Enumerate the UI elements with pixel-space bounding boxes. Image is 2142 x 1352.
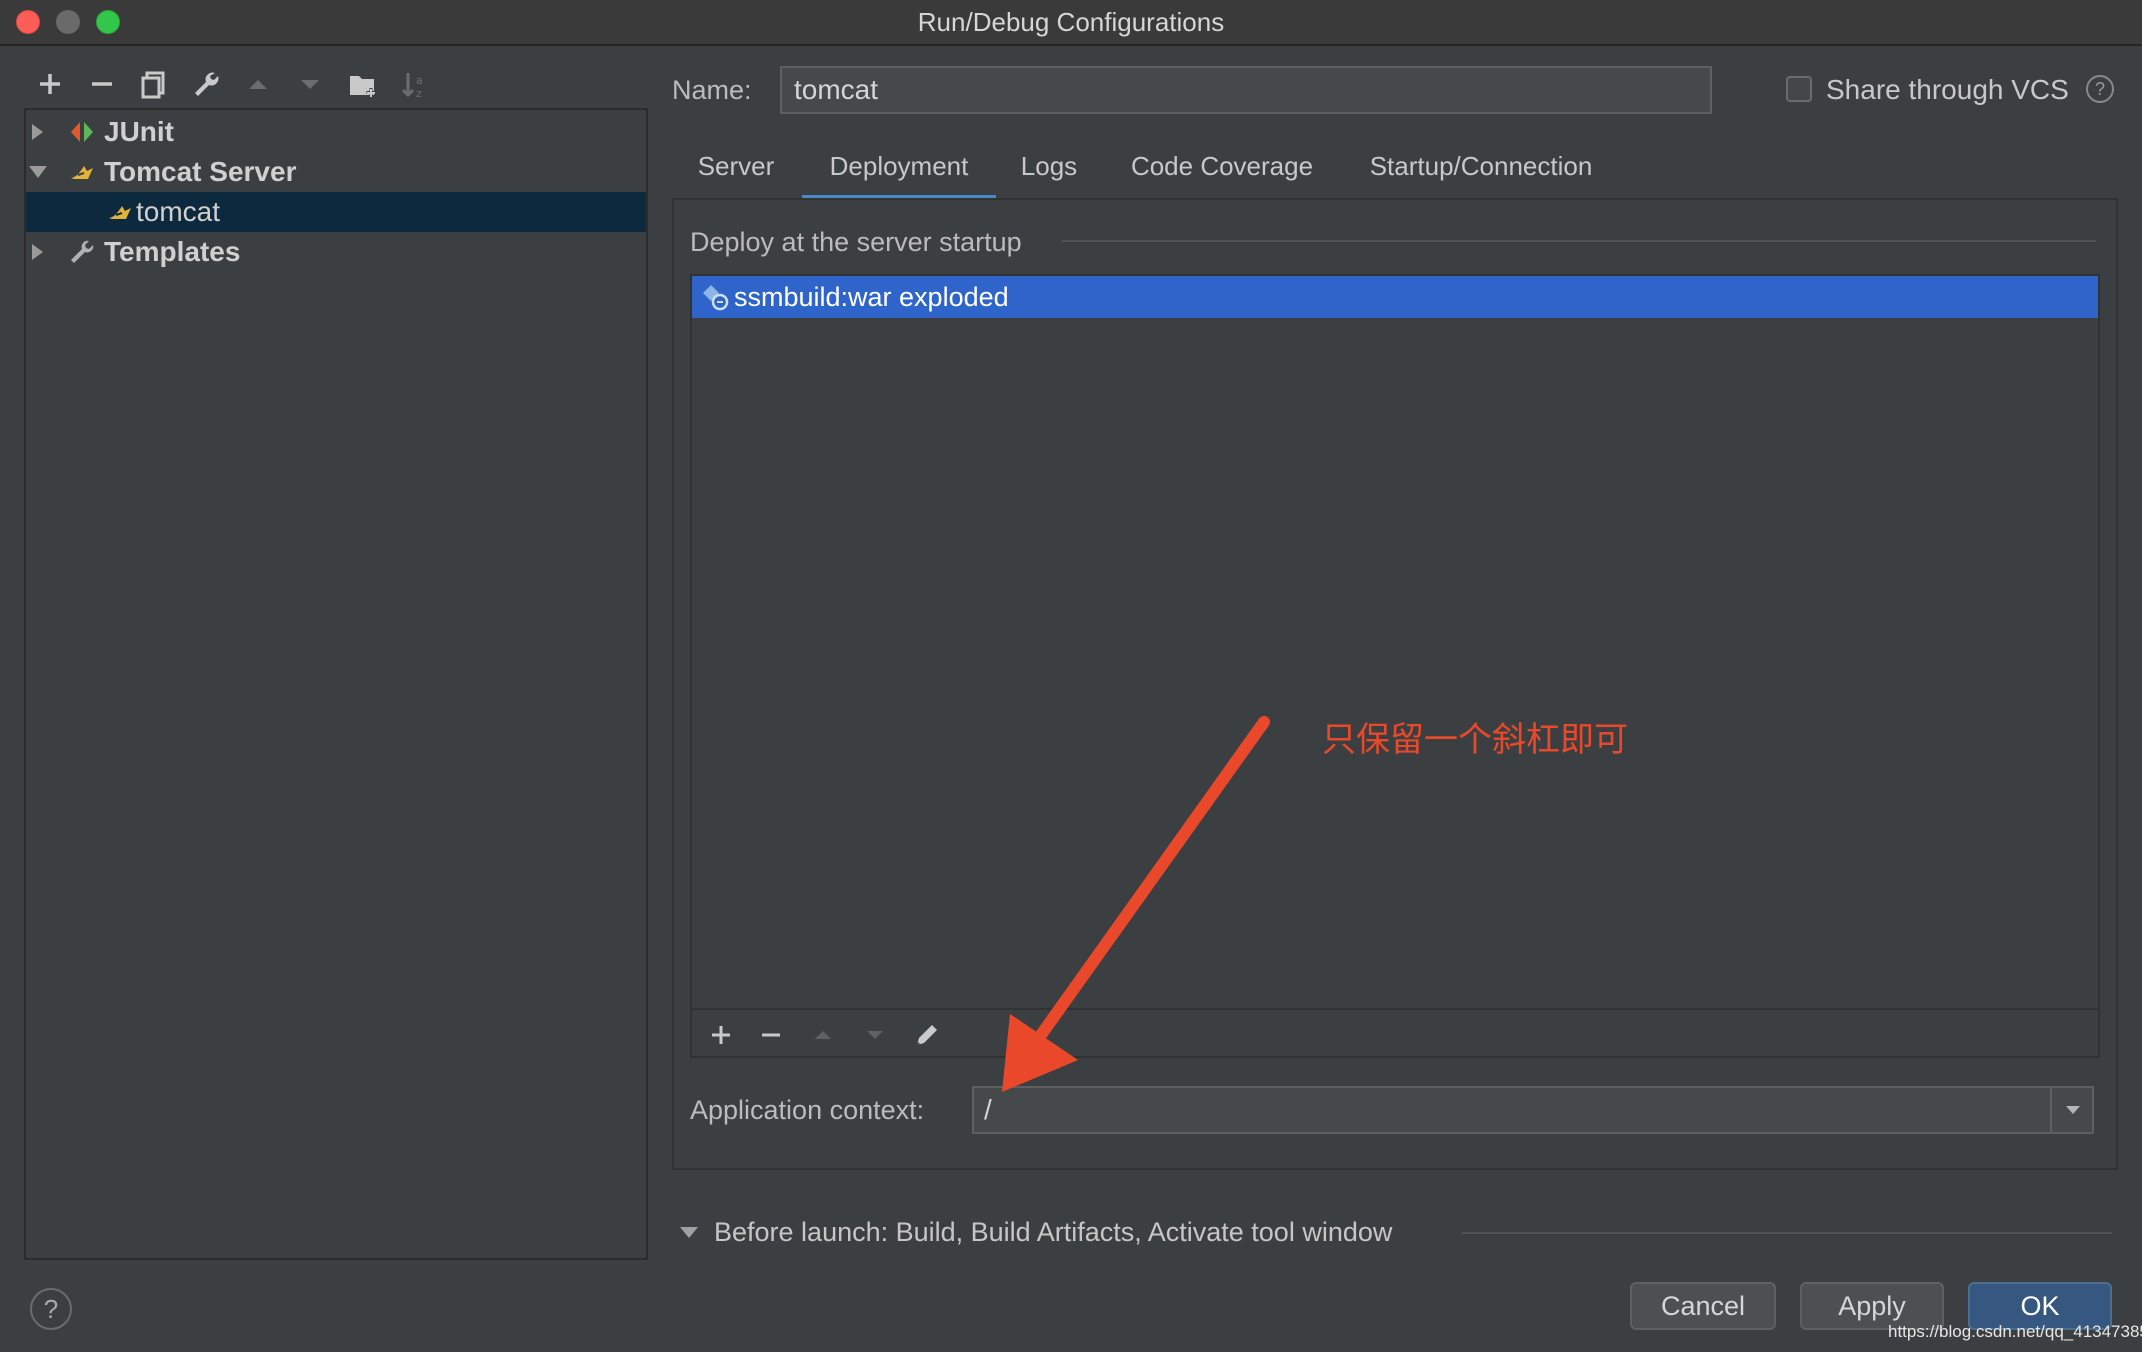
arrow-up-icon [249,80,267,89]
before-launch-toggle[interactable] [678,1222,700,1244]
move-artifact-down-button[interactable] [858,1018,892,1052]
configuration-tree [24,108,648,1260]
before-launch-separator [1462,1232,2112,1234]
tree-item-label: Templates [104,236,241,267]
tree-item-label: tomcat [136,196,221,227]
artifact-icon [700,282,730,312]
application-context-dropdown[interactable] [2050,1088,2094,1132]
copy-icon [141,71,165,99]
share-vcs-checkbox[interactable] [1786,76,1812,102]
new-folder-button[interactable] [342,64,382,104]
folder-add-icon [350,76,376,97]
remove-artifact-button[interactable] [754,1018,788,1052]
tree-item-label: Tomcat Server [104,156,297,187]
svg-text:z: z [416,87,422,100]
edit-templates-button[interactable] [186,64,226,104]
minus-icon [92,82,112,86]
artifact-label: ssmbuild:war exploded [734,282,1009,312]
chevron-down-icon [2066,1106,2080,1114]
move-up-button[interactable] [238,64,278,104]
artifact-list[interactable] [690,274,2100,1058]
before-launch-label: Before launch: Build, Build Artifacts, A… [714,1217,1393,1247]
name-input[interactable]: tomcat [780,66,1712,114]
tree-item-tomcat[interactable]: tomcat [26,192,646,232]
tree-item-templates[interactable]: Templates [26,232,646,272]
pencil-icon [917,1025,937,1045]
deploy-group-title: Deploy at the server startup [690,227,1022,257]
sort-icon: az [401,73,423,100]
annotation-text: 只保留一个斜杠即可 [1322,721,1628,759]
expand-arrow-icon[interactable] [26,120,50,144]
group-separator [1062,240,2096,242]
arrow-down-icon [301,80,319,89]
remove-configuration-button[interactable] [82,64,122,104]
artifact-list-item[interactable]: ssmbuild:war exploded [692,276,2098,318]
arrow-up-icon [815,1031,831,1039]
plus-icon [40,74,60,94]
help-icon[interactable]: ? [2086,75,2114,103]
junit-icon [68,118,96,146]
arrow-down-icon [867,1031,883,1039]
wrench-icon [195,72,219,96]
collapse-arrow-icon [680,1227,698,1238]
name-label: Name: [672,75,752,105]
tab-startup-connection[interactable]: Startup/Connection [1356,144,1606,200]
application-context-label: Application context: [690,1095,925,1125]
share-vcs-label: Share through VCS [1826,74,2069,105]
tree-item-label: JUnit [104,116,174,147]
add-artifact-button[interactable] [704,1018,738,1052]
window-title: Run/Debug Configurations [917,7,1225,37]
svg-text:a: a [416,74,423,87]
cancel-button[interactable]: Cancel [1630,1282,1776,1330]
copy-configuration-button[interactable] [134,64,174,104]
watermark: https://blog.csdn.net/qq_41347385 [1888,1322,2142,1341]
tomcat-icon [68,158,96,186]
minus-icon [762,1033,780,1037]
move-artifact-up-button[interactable] [806,1018,840,1052]
edit-artifact-button[interactable] [910,1018,944,1052]
collapse-arrow-icon[interactable] [26,160,50,184]
wrench-icon [68,238,96,266]
move-down-button[interactable] [290,64,330,104]
expand-arrow-icon[interactable] [26,240,50,264]
annotation-arrow [1002,716,1270,1092]
artifact-list-toolbar [692,1008,2098,1058]
title-bar: Run/Debug Configurations [0,0,2142,46]
tree-item-tomcat-server[interactable]: Tomcat Server [26,152,646,192]
help-button[interactable]: ? [30,1288,72,1330]
tab-server[interactable]: Server [684,144,788,200]
tab-logs[interactable]: Logs [1008,144,1090,200]
sort-button[interactable]: az [394,64,434,104]
tomcat-icon [106,198,134,226]
plus-icon [712,1026,730,1044]
add-configuration-button[interactable] [30,64,70,104]
tab-deployment[interactable]: Deployment [802,144,996,200]
tree-item-junit[interactable]: JUnit [26,112,646,152]
tab-code-coverage[interactable]: Code Coverage [1120,144,1324,200]
